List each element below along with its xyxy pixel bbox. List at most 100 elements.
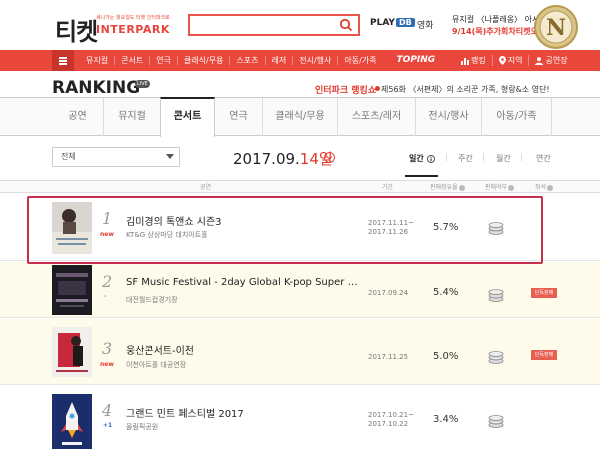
period-separator: | bbox=[520, 152, 523, 161]
bullet-icon bbox=[375, 86, 380, 91]
genre-tabs: 공연 뮤지컬 콘서트 연극 클래식/무용 스포츠/레저 전시/행사 아동/가족 bbox=[0, 97, 600, 137]
period-daily[interactable]: 일간 bbox=[409, 153, 435, 164]
ranking-show-text[interactable]: 제56화 〈서편제〉의 소리꾼 가족, 형랑&소 영단! bbox=[381, 84, 550, 95]
rank-change: - bbox=[104, 293, 107, 300]
nav-venue-label: 공연장 bbox=[545, 56, 568, 65]
search-input[interactable] bbox=[188, 14, 360, 36]
coins-icon bbox=[488, 351, 504, 364]
nav-ranking-label: 랭킹 bbox=[471, 56, 486, 65]
table-row[interactable]: 3 new 웅산콘서트-이천 이천아트홀 대공연장 2017.11.25 5.0… bbox=[0, 319, 600, 385]
rank-number: 2 bbox=[102, 272, 113, 291]
tab-kids-family[interactable]: 아동/가족 bbox=[482, 98, 552, 136]
play-badge: DB bbox=[395, 18, 415, 27]
search-icon[interactable] bbox=[339, 18, 353, 32]
poster-image[interactable] bbox=[52, 394, 92, 449]
period-yearly[interactable]: 연간 bbox=[536, 153, 551, 164]
tab-exhibition[interactable]: 전시/행사 bbox=[416, 98, 482, 136]
th-seat-label: 좌석 bbox=[535, 184, 547, 191]
coins-icon bbox=[488, 289, 504, 302]
napoleon-promo-emblem-icon[interactable]: N bbox=[530, 4, 582, 50]
nav-region-link[interactable]: 지역 bbox=[491, 55, 529, 66]
performance-period: 2017.09.24 bbox=[368, 289, 409, 297]
location-pin-icon bbox=[498, 56, 506, 65]
tab-musical[interactable]: 뮤지컬 bbox=[104, 98, 161, 136]
live-badge: LIVE bbox=[135, 80, 150, 88]
exclusive-sale-badge: 단독판매 bbox=[531, 288, 557, 298]
ranking-show-label[interactable]: 인터파크 랭킹쇼 bbox=[315, 83, 376, 96]
nav-item-sports[interactable]: 스포츠 bbox=[230, 56, 266, 65]
info-icon[interactable] bbox=[547, 184, 554, 191]
performance-title[interactable]: SF Music Festival - 2day Global K-pop Su… bbox=[126, 277, 358, 288]
date-display: 2017.09.14일 bbox=[233, 148, 333, 169]
nav-venue-link[interactable]: 공연장 bbox=[528, 55, 573, 66]
play-db-link[interactable]: PLAY DB bbox=[370, 18, 415, 28]
period-monthly[interactable]: 월간 bbox=[496, 153, 511, 164]
th-sales-status-label: 판매여부 bbox=[485, 184, 508, 191]
th-sales-status: 판매여부 bbox=[485, 182, 515, 191]
venue-name: 대전월드컵경기장 bbox=[126, 296, 178, 304]
th-share: 판매점유율 bbox=[430, 182, 465, 191]
logo-brand[interactable]: INTERPARK bbox=[96, 23, 170, 36]
tab-theater[interactable]: 연극 bbox=[215, 98, 263, 136]
rank-change: +1 bbox=[103, 422, 113, 429]
poster-image[interactable] bbox=[52, 327, 92, 377]
performance-title[interactable]: 그랜드 민트 페스티벌 2017 bbox=[126, 405, 244, 420]
highlight-frame bbox=[27, 196, 543, 264]
svg-text:N: N bbox=[546, 15, 566, 41]
tab-concert[interactable]: 콘서트 bbox=[160, 97, 215, 137]
th-share-label: 판매점유율 bbox=[430, 184, 458, 191]
nav-item-classic[interactable]: 클래식/무용 bbox=[178, 56, 231, 65]
poster-image[interactable] bbox=[52, 265, 92, 315]
nav-right-menu: 랭킹 지역 공연장 bbox=[455, 50, 574, 71]
chevron-down-icon bbox=[166, 154, 174, 159]
category-select[interactable]: 전체 bbox=[52, 147, 180, 167]
movie-link[interactable]: 영화 bbox=[417, 18, 434, 31]
th-seat: 좌석 bbox=[535, 182, 554, 191]
coins-icon bbox=[488, 415, 504, 428]
nav-item-toping[interactable]: TOPING bbox=[383, 56, 442, 65]
sales-share: 5.4% bbox=[433, 287, 459, 298]
tab-performance[interactable]: 공연 bbox=[52, 98, 104, 136]
exclusive-sale-badge: 단독판매 bbox=[531, 350, 557, 360]
period-separator: | bbox=[445, 152, 448, 161]
info-icon[interactable] bbox=[458, 184, 465, 191]
category-select-value: 전체 bbox=[61, 152, 76, 161]
table-row[interactable]: 4 +1 그랜드 민트 페스티벌 2017 올림픽공원 2017.10.21~ … bbox=[0, 386, 600, 449]
nav-region-label: 지역 bbox=[507, 56, 523, 65]
nav-item-leisure[interactable]: 레저 bbox=[266, 56, 294, 65]
date-prefix: 2017.09. bbox=[233, 150, 300, 168]
info-icon[interactable] bbox=[508, 184, 515, 191]
play-label: PLAY bbox=[370, 18, 395, 28]
date-picker-chevron-icon[interactable] bbox=[324, 152, 335, 163]
ranking-icon bbox=[461, 57, 469, 65]
period-weekly[interactable]: 주간 bbox=[458, 153, 473, 164]
nav-item-musical[interactable]: 뮤지컬 bbox=[80, 56, 116, 65]
rank-number: 3 bbox=[102, 339, 113, 358]
nav-item-concert[interactable]: 콘서트 bbox=[115, 56, 151, 65]
table-row[interactable]: 2 - SF Music Festival - 2day Global K-po… bbox=[0, 262, 600, 318]
nav-item-kids[interactable]: 아동/가족 bbox=[338, 56, 382, 65]
rank-change: new bbox=[100, 361, 114, 368]
active-period-underline bbox=[405, 175, 438, 177]
nav-item-exhibition[interactable]: 전시/행사 bbox=[293, 56, 339, 65]
tab-sports-leisure[interactable]: 스포츠/레저 bbox=[338, 98, 416, 136]
sales-share: 5.0% bbox=[433, 351, 459, 362]
rank-number: 4 bbox=[102, 401, 113, 420]
nav-menu: 뮤지컬 콘서트 연극 클래식/무용 스포츠 레저 전시/행사 아동/가족 TOP… bbox=[80, 50, 441, 71]
nav-ranking-link[interactable]: 랭킹 bbox=[455, 55, 492, 66]
period-separator: | bbox=[482, 152, 485, 161]
hamburger-menu-icon[interactable] bbox=[52, 50, 74, 71]
period-daily-label: 일간 bbox=[409, 154, 424, 163]
nav-item-play[interactable]: 연극 bbox=[150, 56, 178, 65]
logo-tagline: 세나가는 월요일도 티켓 인터파크로 bbox=[96, 15, 170, 21]
performance-title[interactable]: 웅산콘서트-이천 bbox=[126, 342, 194, 357]
performance-period: 2017.10.21~ 2017.10.22 bbox=[368, 411, 414, 428]
info-icon[interactable] bbox=[426, 154, 435, 163]
performance-period: 2017.11.25 bbox=[368, 353, 409, 361]
logo-text[interactable]: 티켓 bbox=[55, 12, 98, 47]
site-header: 티켓 세나가는 월요일도 티켓 인터파크로 INTERPARK PLAY DB 영… bbox=[0, 0, 600, 52]
tab-classic-dance[interactable]: 클래식/무용 bbox=[263, 98, 338, 136]
th-performance: 공연 bbox=[200, 184, 212, 191]
sales-share: 3.4% bbox=[433, 414, 459, 425]
venue-name: 이천아트홀 대공연장 bbox=[126, 361, 187, 369]
